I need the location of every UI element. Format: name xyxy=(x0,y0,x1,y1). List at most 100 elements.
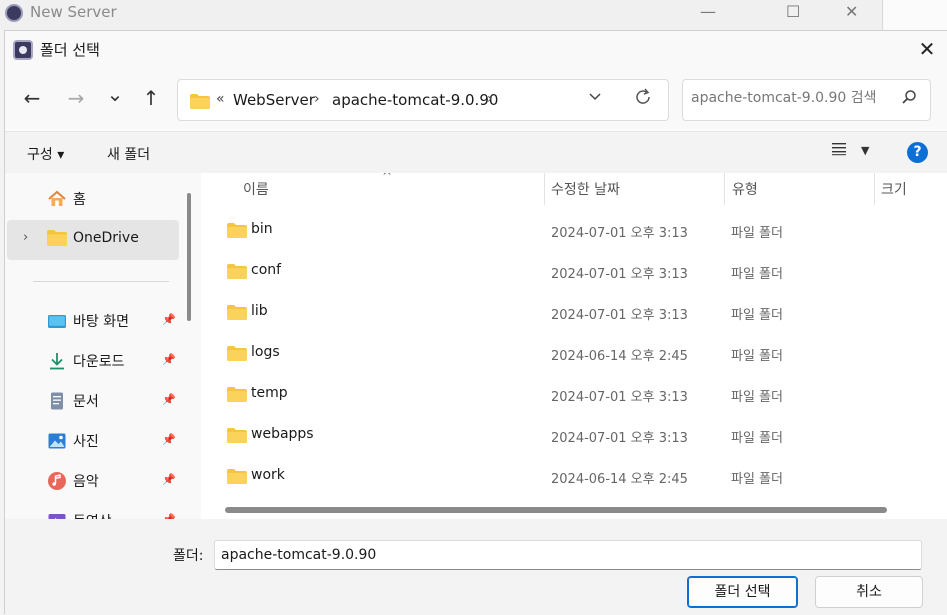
sidebar-item-documents[interactable]: 문서 📌 xyxy=(7,381,179,421)
sidebar-item-downloads[interactable]: 다운로드 📌 xyxy=(7,341,179,381)
address-bar[interactable]: « WebServer › apache-tomcat-9.0.90 › xyxy=(177,79,669,121)
background-window-title: New Server xyxy=(30,3,117,21)
pin-icon[interactable]: 📌 xyxy=(162,473,176,486)
sidebar-item-label: 다운로드 xyxy=(73,354,125,370)
horizontal-scrollbar[interactable] xyxy=(225,507,887,513)
file-type: 파일 폴더 xyxy=(731,349,783,364)
sidebar-item-home[interactable]: 홈 xyxy=(7,179,179,219)
file-list[interactable]: ^ 이름 수정한 날짜 유형 크기 bin 2024-07-01 오후 3:13… xyxy=(201,173,947,519)
help-icon[interactable]: ? xyxy=(907,142,928,163)
sidebar-item-label: 홈 xyxy=(73,192,86,208)
column-separator[interactable] xyxy=(874,173,875,205)
back-arrow-icon[interactable]: ← xyxy=(17,83,47,113)
dialog-close-icon[interactable]: ✕ xyxy=(913,35,941,63)
pin-icon[interactable]: 📌 xyxy=(162,433,176,446)
column-separator[interactable] xyxy=(544,173,545,205)
sidebar-item-label: OneDrive xyxy=(73,230,139,246)
file-row[interactable]: bin 2024-07-01 오후 3:13 파일 폴더 xyxy=(201,211,947,252)
folder-icon xyxy=(190,94,210,113)
cancel-button[interactable]: 취소 xyxy=(815,576,923,608)
chevron-right-icon[interactable]: › xyxy=(23,230,28,245)
close-icon[interactable]: ✕ xyxy=(845,2,858,21)
eclipse-app-icon xyxy=(5,4,23,22)
file-row[interactable]: conf 2024-07-01 오후 3:13 파일 폴더 xyxy=(201,252,947,293)
file-row[interactable]: temp 2024-07-01 오후 3:13 파일 폴더 xyxy=(201,375,947,416)
sidebar-item-videos[interactable]: 동영상 📌 xyxy=(7,501,179,519)
picture-icon xyxy=(47,431,67,451)
navigation-pane[interactable]: 홈 › OneDrive 바탕 화면 📌 다운로드 📌 문서 📌 사진 📌 음악… xyxy=(5,173,201,519)
maximize-icon[interactable]: ☐ xyxy=(786,2,800,21)
desktop-icon xyxy=(47,311,67,331)
background-window-titlebar: New Server — ☐ ✕ xyxy=(0,0,947,30)
sidebar-item-label: 사진 xyxy=(73,434,99,450)
document-icon xyxy=(47,391,67,411)
file-modified: 2024-07-01 오후 3:13 xyxy=(551,390,688,405)
organize-button[interactable]: 구성 ▾ xyxy=(27,144,64,164)
refresh-icon[interactable] xyxy=(633,87,653,112)
sidebar-item-label: 동영상 xyxy=(73,511,112,519)
address-dropdown-chevron-icon[interactable] xyxy=(588,88,602,107)
file-row[interactable]: logs 2024-06-14 오후 2:45 파일 폴더 xyxy=(201,334,947,375)
folder-icon xyxy=(47,230,67,250)
dialog-titlebar: 폴더 선택 ✕ xyxy=(5,31,947,67)
file-type: 파일 폴더 xyxy=(731,390,783,405)
file-row[interactable]: webapps 2024-07-01 오후 3:13 파일 폴더 xyxy=(201,416,947,457)
breadcrumb-webserver[interactable]: WebServer xyxy=(233,91,315,109)
pane-divider xyxy=(33,281,169,282)
file-name: temp xyxy=(251,385,288,401)
forward-arrow-icon[interactable]: → xyxy=(61,83,91,113)
sidebar-item-desktop[interactable]: 바탕 화면 📌 xyxy=(7,301,179,341)
folder-icon xyxy=(227,264,247,283)
view-list-icon[interactable] xyxy=(831,140,847,161)
sidebar-item-onedrive[interactable]: › OneDrive xyxy=(7,220,179,260)
column-header-name[interactable]: 이름 xyxy=(243,179,269,199)
column-separator[interactable] xyxy=(724,173,725,205)
column-header-size[interactable]: 크기 xyxy=(881,179,907,199)
dialog-app-icon xyxy=(13,40,33,60)
navigation-pane-scrollbar[interactable] xyxy=(187,193,191,321)
background-window-edge xyxy=(882,0,947,30)
breadcrumb-separator-icon[interactable]: › xyxy=(487,91,493,107)
view-dropdown-icon[interactable]: ▼ xyxy=(861,144,869,157)
pin-icon[interactable]: 📌 xyxy=(162,353,176,366)
search-box[interactable] xyxy=(682,79,931,121)
file-name: logs xyxy=(251,344,280,360)
up-arrow-icon[interactable]: ↑ xyxy=(136,83,166,113)
folder-name-input[interactable] xyxy=(214,540,922,570)
pin-icon[interactable]: 📌 xyxy=(162,393,176,406)
sidebar-item-pictures[interactable]: 사진 📌 xyxy=(7,421,179,461)
minimize-icon[interactable]: — xyxy=(700,2,716,21)
folder-select-dialog: 폴더 선택 ✕ ← → ⌄ ↑ « WebServer › apache-tom… xyxy=(4,30,947,615)
search-icon[interactable] xyxy=(901,89,917,109)
folder-icon xyxy=(227,387,247,406)
folder-icon xyxy=(227,305,247,324)
file-modified: 2024-07-01 오후 3:13 xyxy=(551,267,688,282)
file-row[interactable]: lib 2024-07-01 오후 3:13 파일 폴더 xyxy=(201,293,947,334)
folder-icon xyxy=(227,346,247,365)
new-folder-button[interactable]: 새 폴더 xyxy=(107,144,150,164)
file-modified: 2024-07-01 오후 3:13 xyxy=(551,308,688,323)
file-type: 파일 폴더 xyxy=(731,431,783,446)
file-row[interactable]: work 2024-06-14 오후 2:45 파일 폴더 xyxy=(201,457,947,498)
command-toolbar: 구성 ▾ 새 폴더 ▼ ? xyxy=(5,131,947,173)
video-icon xyxy=(47,511,67,519)
file-modified: 2024-06-14 오후 2:45 xyxy=(551,472,688,487)
breadcrumb-apache-tomcat[interactable]: apache-tomcat-9.0.90 xyxy=(332,91,498,109)
recent-locations-chevron-icon[interactable]: ⌄ xyxy=(100,79,130,109)
file-name: webapps xyxy=(251,426,314,442)
navigation-bar: ← → ⌄ ↑ « WebServer › apache-tomcat-9.0.… xyxy=(5,67,947,127)
file-type: 파일 폴더 xyxy=(731,226,783,241)
search-input[interactable] xyxy=(691,90,891,106)
file-modified: 2024-06-14 오후 2:45 xyxy=(551,349,688,364)
download-icon xyxy=(47,351,67,371)
breadcrumb-separator-icon[interactable]: › xyxy=(314,91,320,107)
select-folder-button[interactable]: 폴더 선택 xyxy=(687,576,798,608)
column-header-modified[interactable]: 수정한 날짜 xyxy=(551,179,620,199)
file-type: 파일 폴더 xyxy=(731,308,783,323)
sidebar-item-music[interactable]: 음악 📌 xyxy=(7,461,179,501)
file-modified: 2024-07-01 오후 3:13 xyxy=(551,226,688,241)
column-header-type[interactable]: 유형 xyxy=(732,179,758,199)
pin-icon[interactable]: 📌 xyxy=(162,313,176,326)
overflow-icon[interactable]: « xyxy=(216,91,225,107)
file-type: 파일 폴더 xyxy=(731,267,783,282)
